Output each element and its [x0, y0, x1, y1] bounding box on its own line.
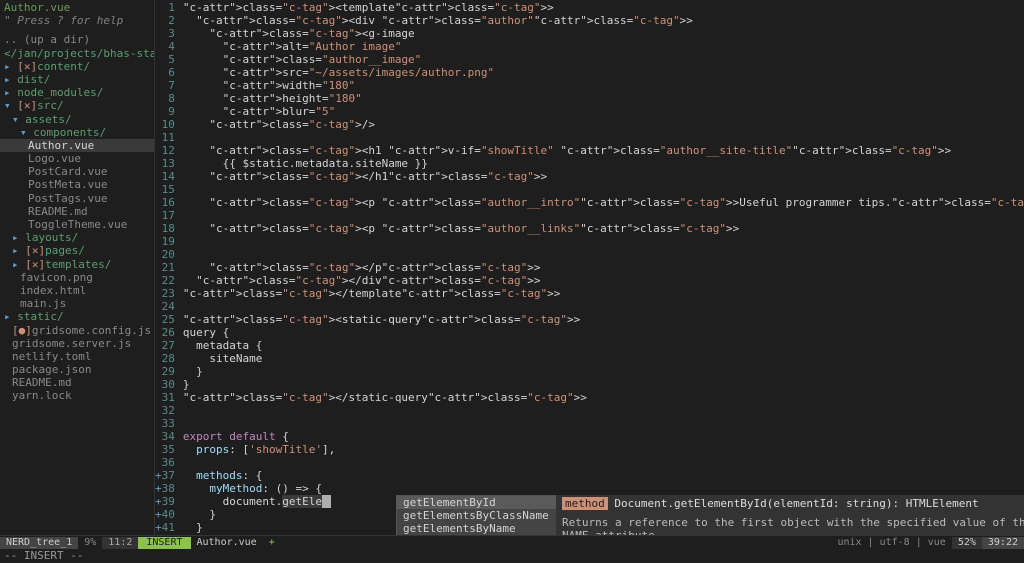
tree-item[interactable]: ▾ components/ [0, 126, 154, 139]
tree-item[interactable]: ▾ [✕]src/ [0, 99, 154, 112]
tree-item[interactable]: ▸ [✕]content/ [0, 60, 154, 73]
tree-item[interactable]: README.md [0, 205, 154, 218]
gutter: +++++ [155, 0, 162, 535]
doc-signature: Document.getElementById(elementId: strin… [614, 497, 978, 510]
tree-item[interactable]: gridsome.server.js [0, 337, 154, 350]
command-line: -- INSERT -- [0, 549, 1024, 563]
sb-mode: INSERT [138, 537, 190, 549]
tree-item[interactable]: main.js [0, 297, 154, 310]
sb-encoding: unix | utf-8 | vue [831, 537, 951, 549]
tree-item[interactable]: ▸ [✕]pages/ [0, 244, 154, 257]
sb-linecol: 39:22 [982, 537, 1024, 549]
tree-item[interactable]: ToggleTheme.vue [0, 218, 154, 231]
tree-item[interactable]: yarn.lock [0, 389, 154, 402]
tree-item[interactable]: ▸ node_modules/ [0, 86, 154, 99]
sb-pos1: 9% [78, 537, 102, 549]
tree-item[interactable]: PostMeta.vue [0, 178, 154, 191]
tree-item[interactable]: [●]gridsome.config.js [0, 324, 154, 337]
tree-item[interactable]: ▸ static/ [0, 310, 154, 323]
doc-description: Returns a reference to the first object … [562, 516, 1024, 535]
tree-path: </jan/projects/bhas-static/ [0, 47, 154, 60]
sb-nerd: NERD_tree_1 [0, 537, 78, 549]
code-editor[interactable]: +++++ 1234567891011121314151617181920212… [155, 0, 1024, 535]
tree-item[interactable]: netlify.toml [0, 350, 154, 363]
statusbar: NERD_tree_1 9% 11:2 INSERT Author.vue + … [0, 535, 1024, 549]
sb-percent: 52% [952, 537, 982, 549]
tree-item[interactable]: ▸ [✕]templates/ [0, 258, 154, 271]
code-area[interactable]: "c-attr">class="c-tag"><template"c-attr"… [179, 0, 1024, 535]
line-numbers: 1234567891011121314151617181920212223242… [162, 0, 179, 535]
tree-item[interactable]: Logo.vue [0, 152, 154, 165]
tree-item[interactable]: ▸ dist/ [0, 73, 154, 86]
tree-updir[interactable]: .. (up a dir) [0, 33, 154, 46]
tree-item[interactable]: PostCard.vue [0, 165, 154, 178]
sb-modified: + [263, 537, 281, 549]
tree-item[interactable]: ▸ layouts/ [0, 231, 154, 244]
sidebar-title: Author.vue [0, 1, 154, 14]
doc-badge: method [562, 497, 608, 510]
documentation-popup: method Document.getElementById(elementId… [556, 495, 1024, 535]
sb-pos2: 11:2 [102, 537, 138, 549]
tree-item[interactable]: README.md [0, 376, 154, 389]
file-tree-sidebar: Author.vue " Press ? for help .. (up a d… [0, 0, 155, 535]
tree-item[interactable]: ▾ assets/ [0, 113, 154, 126]
tree-item[interactable]: favicon.png [0, 271, 154, 284]
tree-item[interactable]: Author.vue [0, 139, 154, 152]
sidebar-help: " Press ? for help [0, 14, 154, 27]
tree-item[interactable]: PostTags.vue [0, 192, 154, 205]
tree-item[interactable]: package.json [0, 363, 154, 376]
sb-file: Author.vue [191, 537, 263, 549]
tree-item[interactable]: index.html [0, 284, 154, 297]
